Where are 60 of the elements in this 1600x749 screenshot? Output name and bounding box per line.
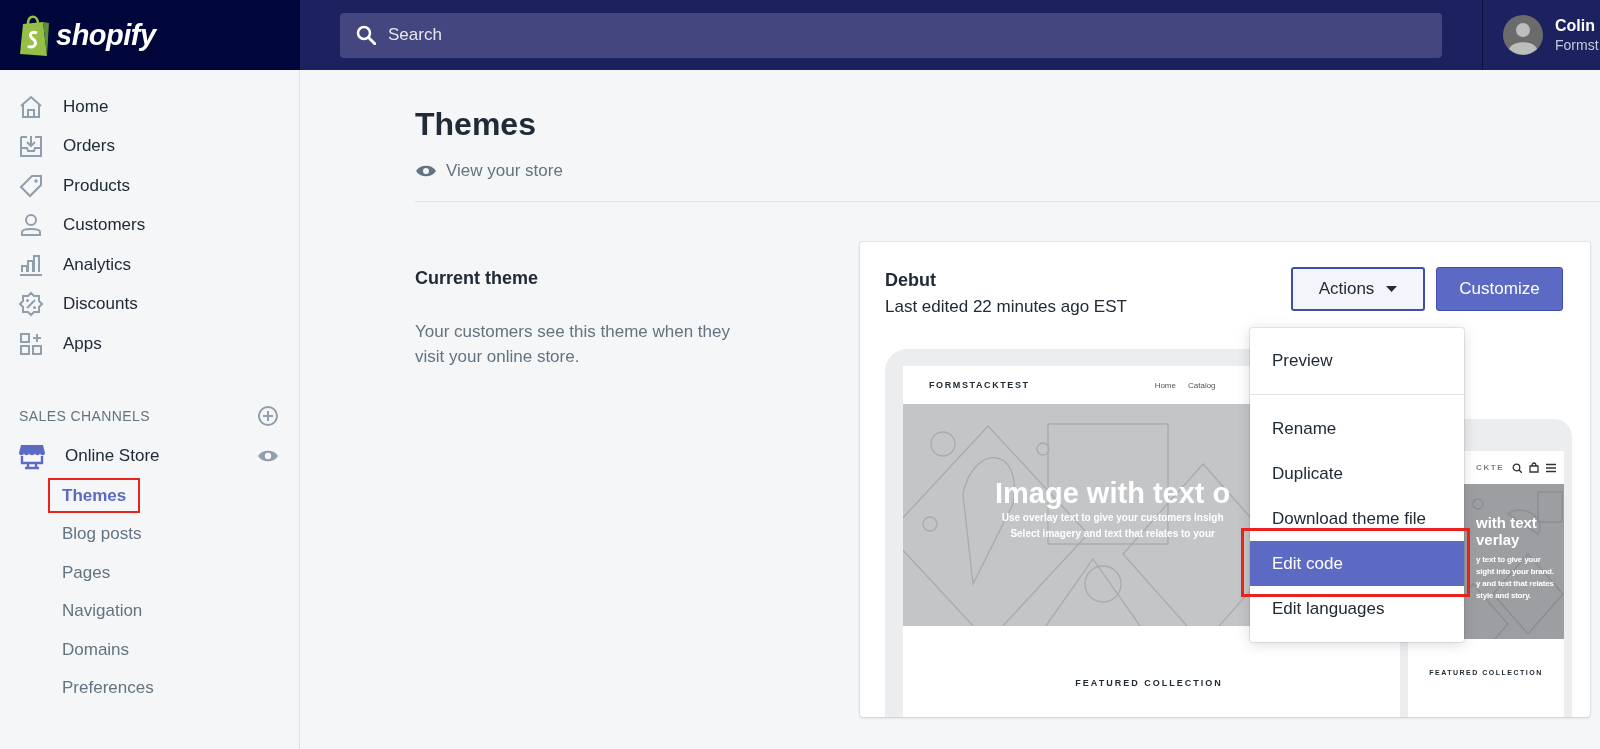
nav-item[interactable]: Home [0,87,299,127]
sidebar-subitem[interactable]: Themes [48,477,141,513]
inbox-icon [18,133,44,160]
nav-item[interactable]: Apps [0,324,299,364]
actions-button[interactable]: Actions [1291,267,1425,311]
menu-item[interactable]: Edit languages [1250,586,1464,631]
collection-heading: FEATURED COLLECTION [1074,678,1224,688]
store-logo-text: FORMSTACKTEST [929,380,1030,390]
user-name: Colin [1555,17,1596,35]
tag-icon [18,172,44,199]
sidebar-subitem[interactable]: Blog posts [48,516,156,551]
nav-item[interactable]: Orders [0,126,299,166]
hero-text: Select imagery and text that relates to your [1010,527,1215,541]
page-title: Themes [415,105,537,144]
hero-title: verlay [1476,531,1520,548]
menu-item[interactable]: Download theme file [1250,496,1464,541]
house-icon [18,93,44,120]
search-icon [1512,462,1522,473]
search-icon [356,24,376,45]
store-name: Formst [1555,37,1599,53]
sidebar-subitem[interactable]: Domains [48,631,144,667]
person-icon [18,212,44,239]
section-heading: SALES CHANNELS [19,407,150,424]
hero-text: y text to give your [1476,554,1541,566]
eye-icon [415,163,437,179]
theme-name: Debut [885,270,937,291]
nav-item[interactable]: Customers [0,205,299,245]
hero-text: style and story. [1476,590,1531,602]
menu-item[interactable]: Duplicate [1250,451,1464,496]
percent-badge-icon [18,291,44,318]
nav-item[interactable]: Products [0,166,299,206]
menu-icon [1546,462,1556,473]
customize-button[interactable]: Customize [1436,267,1563,311]
sidebar-subitem[interactable]: Navigation [48,593,157,628]
section-description: Your customers see this theme when they visit your online store. [415,321,731,368]
hero-text: Use overlay text to give your customers insigh [1001,511,1224,525]
logo-text: shopify [56,18,156,52]
menu-item[interactable]: Preview [1250,338,1464,383]
hero-title: Image with text o [995,476,1231,510]
hero-title: with text [1476,514,1537,531]
sidebar-subitem[interactable]: Preferences [48,670,168,705]
search-field[interactable]: Search [340,12,1442,58]
hero-text: sight into your brand. [1476,566,1554,578]
add-circle-icon[interactable] [257,404,279,427]
nav-item[interactable]: Analytics [0,245,299,285]
menu-item[interactable]: Rename [1250,406,1464,451]
store-logo-text: CKTE [1476,463,1505,472]
menu-item[interactable]: Edit code [1250,541,1464,586]
caret-down-icon [1386,286,1398,292]
hero-text: y and text that relates [1476,578,1554,590]
view-store-link[interactable]: View your store [415,161,563,181]
shopping-bag-logo-icon [17,12,50,58]
nav-item[interactable]: Discounts [0,284,299,324]
avatar-icon[interactable] [1503,15,1543,55]
bag-icon [1529,462,1539,473]
last-edited-text: Last edited 22 minutes ago EST [885,297,1127,317]
section-heading: Current theme [415,268,540,289]
grid-plus-icon [18,330,44,357]
nav-item[interactable]: Online Store [18,441,160,470]
sidebar-subitem[interactable]: Pages [48,554,125,590]
